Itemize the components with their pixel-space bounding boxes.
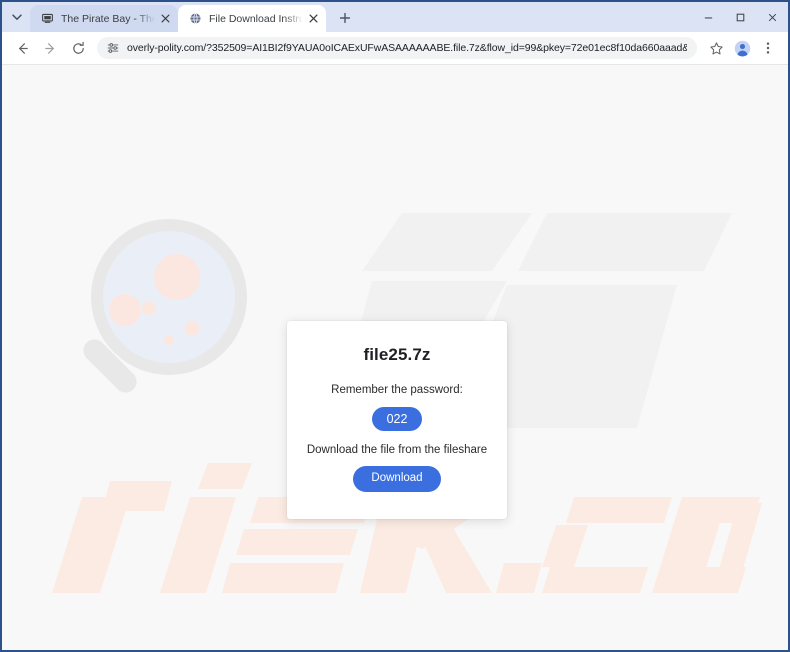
- minimize-button[interactable]: [692, 2, 724, 32]
- profile-button[interactable]: [729, 35, 755, 61]
- close-icon: [768, 13, 776, 21]
- back-arrow-icon: [18, 42, 28, 54]
- site-settings-sliders-icon[interactable]: [105, 41, 120, 56]
- tab-close-button[interactable]: [158, 12, 172, 26]
- download-button[interactable]: Download: [353, 466, 441, 493]
- computer-icon: [39, 11, 55, 27]
- maximize-icon: [736, 13, 744, 21]
- new-tab-button[interactable]: [332, 5, 358, 31]
- close-window-button[interactable]: [756, 2, 788, 32]
- password-label: Remember the password:: [331, 384, 463, 396]
- profile-avatar-icon: [734, 40, 750, 56]
- download-instruction-label: Download the file from the fileshare: [306, 444, 488, 457]
- tab-search-button[interactable]: [4, 4, 30, 30]
- forward-arrow-icon: [44, 42, 54, 54]
- page-content: file25.7z Remember the password: 022 Dow…: [2, 65, 788, 650]
- magnifier-watermark-icon: [83, 219, 247, 393]
- url-text: overly-polity.com/?352509=AI1BI2f9YAUA0o…: [127, 42, 687, 54]
- browser-menu-button[interactable]: [755, 35, 781, 61]
- reload-icon: [72, 41, 84, 54]
- reload-button[interactable]: [65, 35, 91, 61]
- address-bar[interactable]: overly-polity.com/?352509=AI1BI2f9YAUA0o…: [97, 37, 697, 59]
- password-value-badge[interactable]: 022: [371, 407, 423, 432]
- tab-file-download-instructions[interactable]: File Download Instructions for f: [178, 5, 326, 32]
- forward-button[interactable]: [37, 35, 63, 61]
- browser-window: The Pirate Bay - The galaxy's m File Dow…: [0, 0, 790, 652]
- browser-toolbar: overly-polity.com/?352509=AI1BI2f9YAUA0o…: [2, 32, 788, 65]
- close-icon: [308, 14, 318, 23]
- page-title: file25.7z: [363, 345, 431, 364]
- back-button[interactable]: [9, 35, 35, 61]
- tab-close-button[interactable]: [306, 12, 320, 26]
- star-icon: [709, 41, 723, 54]
- tab-pirate-bay[interactable]: The Pirate Bay - The galaxy's m: [30, 5, 178, 32]
- window-controls: [692, 2, 788, 32]
- chevron-down-icon: [12, 14, 22, 20]
- bookmark-button[interactable]: [703, 35, 729, 61]
- globe-icon: [187, 11, 203, 27]
- download-card: file25.7z Remember the password: 022 Dow…: [287, 321, 507, 519]
- minimize-icon: [704, 16, 712, 18]
- tab-title: The Pirate Bay - The galaxy's m: [61, 12, 155, 25]
- tab-strip: The Pirate Bay - The galaxy's m File Dow…: [2, 2, 788, 32]
- tab-title: File Download Instructions for f: [209, 12, 303, 25]
- close-icon: [160, 14, 170, 23]
- maximize-button[interactable]: [724, 2, 756, 32]
- three-dot-menu-icon: [766, 42, 770, 54]
- plus-icon: [339, 12, 351, 24]
